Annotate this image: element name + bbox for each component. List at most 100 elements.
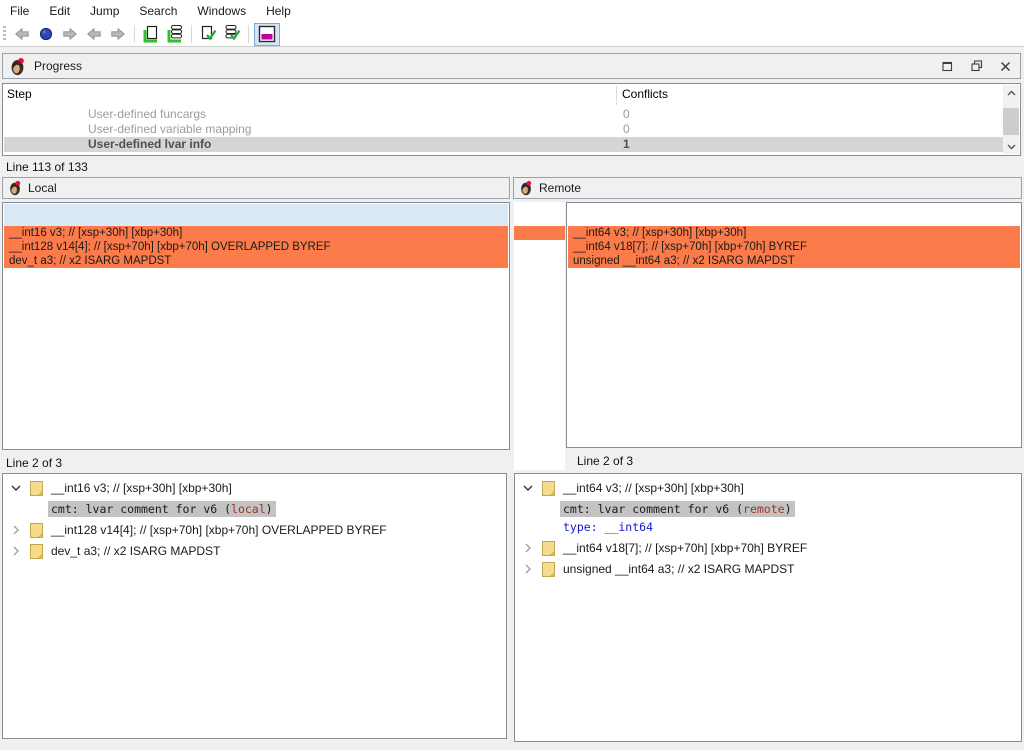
tree-item[interactable]: __int64 v18[7]; // [xsp+70h] [xbp+70h] B… [515,538,1020,558]
folder-icon [542,562,555,577]
folder-icon [30,481,43,496]
conflict-code-line[interactable]: dev_t a3; // x2 ISARG MAPDST [4,254,508,268]
remote-pane-header: Remote [513,177,1022,199]
chevron-down-icon[interactable] [521,481,535,495]
comment-origin: remote [743,502,785,516]
pane-title-remote: Remote [539,181,581,195]
step-name: User-defined funcargs [88,107,206,122]
toolbar-separator [191,25,192,43]
ida-mascot-icon [8,180,22,196]
conflict-code-line[interactable]: __int16 v3; // [xsp+30h] [xbp+30h] [4,226,508,240]
arrow-right-icon [109,26,127,42]
use-remote-all-button[interactable] [221,23,243,45]
line-status-global: Line 113 of 133 [6,160,88,174]
scroll-up-button[interactable] [1003,85,1019,100]
step-name: User-defined variable mapping [88,122,251,137]
tree-item[interactable]: __int16 v3; // [xsp+30h] [xbp+30h] [3,478,505,498]
table-row[interactable]: User-defined funcargs 0 [4,107,1004,122]
chevron-down-icon [1007,144,1016,150]
use-local-button[interactable] [140,23,162,45]
chevron-right-icon[interactable] [521,562,535,576]
forward-button[interactable] [59,23,81,45]
ida-mascot-icon [519,180,533,196]
menu-file[interactable]: File [0,1,39,21]
maximize-icon [942,61,953,72]
arrow-right-icon [61,26,79,42]
close-icon [1000,61,1011,72]
tree-detail-type[interactable]: type: __int64 [515,518,1020,535]
table-scrollbar[interactable] [1003,85,1019,154]
conflict-code-line[interactable]: __int64 v3; // [xsp+30h] [xbp+30h] [568,226,1020,240]
local-code-panel[interactable]: __int16 v3; // [xsp+30h] [xbp+30h] __int… [2,202,510,450]
conflict-count: 0 [623,107,630,122]
menu-edit[interactable]: Edit [39,1,80,21]
tree-item[interactable]: __int128 v14[4]; // [xsp+70h] [xbp+70h] … [3,520,505,540]
use-local-all-button[interactable] [164,23,186,45]
menu-search[interactable]: Search [129,1,187,21]
tree-detail-cmt[interactable]: cmt: lvar comment for v6 (local) [3,499,505,518]
chevron-down-icon[interactable] [9,481,23,495]
local-detail-tree: __int16 v3; // [xsp+30h] [xbp+30h] cmt: … [2,473,507,739]
conflict-marker[interactable] [514,226,565,240]
chevron-right-icon[interactable] [9,544,23,558]
tree-item-label: dev_t a3; // x2 ISARG MAPDST [51,544,220,558]
toolbar [0,22,1024,47]
folder-icon [30,544,43,559]
position-button[interactable] [35,23,57,45]
lvar-comment-value: cmt: lvar comment for v6 (local) [48,501,276,517]
conflict-code-line[interactable]: __int64 v18[7]; // [xsp+70h] [xbp+70h] B… [568,240,1020,254]
diff-gutter [514,202,565,470]
tree-item[interactable]: __int64 v3; // [xsp+30h] [xbp+30h] [515,478,1020,498]
maximize-button[interactable] [936,54,958,78]
conflict-code-line[interactable]: unsigned __int64 a3; // x2 ISARG MAPDST [568,254,1020,268]
merge-view-icon [257,25,277,43]
chevron-right-icon[interactable] [9,523,23,537]
remote-detail-tree: __int64 v3; // [xsp+30h] [xbp+30h] cmt: … [514,473,1022,742]
tree-item-label: unsigned __int64 a3; // x2 ISARG MAPDST [563,562,794,576]
table-row[interactable]: User-defined variable mapping 0 [4,122,1004,137]
table-row-selected[interactable]: User-defined lvar info 1 [4,137,1004,152]
column-header-conflicts[interactable]: Conflicts [622,87,668,101]
menu-jump[interactable]: Jump [80,1,129,21]
tree-item-label: __int128 v14[4]; // [xsp+70h] [xbp+70h] … [51,523,387,537]
menu-bar: File Edit Jump Search Windows Help [0,0,1024,22]
conflict-code-line[interactable]: __int128 v14[4]; // [xsp+70h] [xbp+70h] … [4,240,508,254]
tree-item-label: __int16 v3; // [xsp+30h] [xbp+30h] [51,481,232,495]
progress-title-bar: Progress [2,53,1021,79]
tree-item[interactable]: unsigned __int64 a3; // x2 ISARG MAPDST [515,559,1020,579]
column-separator [616,86,617,105]
tree-item-label: __int64 v3; // [xsp+30h] [xbp+30h] [563,481,744,495]
next-conflict-button[interactable] [107,23,129,45]
close-button[interactable] [994,54,1016,78]
scrollbar-thumb[interactable] [1003,108,1019,135]
menu-windows[interactable]: Windows [187,1,256,21]
current-line-highlight[interactable] [4,204,508,226]
tree-item[interactable]: dev_t a3; // x2 ISARG MAPDST [3,541,505,561]
tree-detail-cmt[interactable]: cmt: lvar comment for v6 (remote) [515,499,1020,518]
chevron-right-icon[interactable] [521,541,535,555]
restore-button[interactable] [966,54,988,78]
back-button[interactable] [11,23,33,45]
arrow-left-icon [13,26,31,42]
column-header-step[interactable]: Step [7,87,32,101]
use-remote-button[interactable] [197,23,219,45]
toolbar-separator [248,25,249,43]
line-status-remote: Line 2 of 3 [577,454,633,468]
folder-icon [542,541,555,556]
menu-help[interactable]: Help [256,1,301,21]
pane-title-local: Local [28,181,57,195]
document-icon [141,24,161,44]
conflict-count: 1 [623,137,630,152]
merge-view-toggle-button[interactable] [254,23,280,46]
restore-icon [971,60,983,72]
lvar-type-value: type: __int64 [560,520,653,534]
prev-conflict-button[interactable] [83,23,105,45]
remote-code-panel[interactable]: __int64 v3; // [xsp+30h] [xbp+30h] __int… [566,202,1022,448]
toolbar-drag-handle[interactable] [3,26,6,42]
lvar-comment-value: cmt: lvar comment for v6 (remote) [560,501,795,517]
folder-icon [30,523,43,538]
record-dot-icon [38,26,54,42]
chevron-up-icon [1007,90,1016,96]
scroll-down-button[interactable] [1003,139,1019,154]
folder-icon [542,481,555,496]
